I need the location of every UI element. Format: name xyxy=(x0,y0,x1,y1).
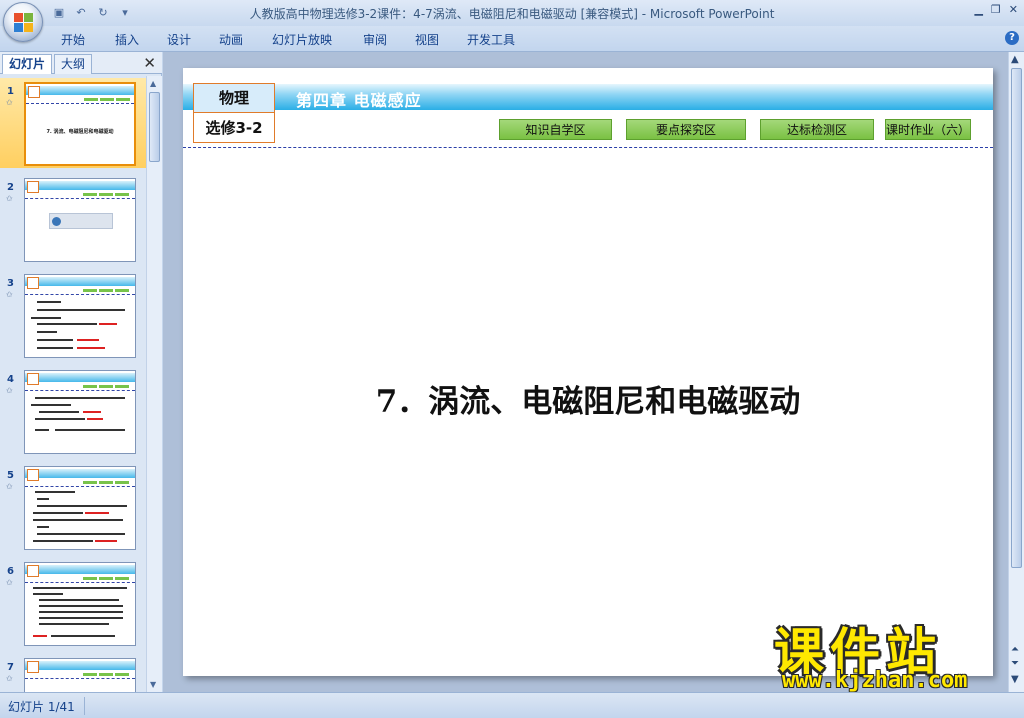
close-panel-icon[interactable]: ✕ xyxy=(143,54,156,72)
thumb-number: 5 xyxy=(7,470,14,481)
slide-main-title[interactable]: 7．涡流、电磁阻尼和电磁驱动 xyxy=(183,376,993,421)
redo-icon[interactable]: ↻ xyxy=(94,5,112,21)
scrollbar-thumb[interactable] xyxy=(1011,68,1022,568)
thumb-number: 4 xyxy=(7,374,14,385)
editor-scrollbar[interactable]: ▲ ⏶ ⏷ ▼ xyxy=(1008,52,1024,692)
slides-panel: 幻灯片 大纲 ✕ 1 ✩ 7. 涡流、电磁阻尼和电磁驱动 2 ✩ 3 ✩ 4 ✩… xyxy=(0,52,162,692)
animation-star-icon: ✩ xyxy=(6,194,13,203)
thumb-number: 2 xyxy=(7,182,14,193)
subject-label: 物理 xyxy=(194,84,274,113)
slide-thumbnail-1[interactable]: 1 ✩ 7. 涡流、电磁阻尼和电磁驱动 xyxy=(0,78,146,168)
thumb-number: 3 xyxy=(7,278,14,289)
tab-review[interactable]: 审阅 xyxy=(363,31,387,48)
nav-button-key-points[interactable]: 要点探究区 xyxy=(626,119,746,140)
slide-thumbnail-4[interactable]: 4 ✩ xyxy=(0,366,146,456)
close-icon[interactable]: ✕ xyxy=(1009,3,1018,16)
thumb-number: 7 xyxy=(7,662,14,673)
quick-access-toolbar: ▣ ↶ ↻ ▾ xyxy=(50,4,134,22)
animation-star-icon: ✩ xyxy=(6,386,13,395)
watermark-logo: 课件站 www.kjzhan.com xyxy=(770,612,1010,698)
header-divider xyxy=(183,147,993,148)
restore-icon[interactable]: ❐ xyxy=(991,3,1001,16)
slide-thumbnail-5[interactable]: 5 ✩ xyxy=(0,462,146,552)
office-button[interactable] xyxy=(3,2,43,42)
next-slide-icon[interactable]: ⏷ xyxy=(1011,658,1019,669)
thumbnail-list: 1 ✩ 7. 涡流、电磁阻尼和电磁驱动 2 ✩ 3 ✩ 4 ✩ 5 ✩ 6 ✩ … xyxy=(0,76,146,692)
current-slide[interactable]: 第四章 电磁感应 物理 选修3-2 知识自学区 要点探究区 达标检测区 课时作业… xyxy=(183,68,993,676)
thumb-number: 6 xyxy=(7,566,14,577)
thumbnail-image xyxy=(24,658,136,692)
animation-star-icon: ✩ xyxy=(6,578,13,587)
tab-slideshow[interactable]: 幻灯片放映 xyxy=(272,31,332,48)
thumb-number: 1 xyxy=(7,86,14,97)
ribbon-tab-bar: 开始 插入 设计 动画 幻灯片放映 审阅 视图 开发工具 ? xyxy=(0,26,1024,52)
minimize-icon[interactable]: ▁ xyxy=(974,3,982,16)
office-logo-icon xyxy=(14,13,34,33)
animation-star-icon: ✩ xyxy=(6,482,13,491)
watermark-url: www.kjzhan.com xyxy=(782,668,968,693)
thumbnail-scrollbar[interactable]: ▲ ▼ xyxy=(146,76,162,692)
scroll-down-icon[interactable]: ▼ xyxy=(150,680,156,689)
status-bar: 幻灯片 1/41 xyxy=(0,692,1024,718)
status-divider xyxy=(84,697,85,715)
tab-view[interactable]: 视图 xyxy=(415,31,439,48)
subject-box: 物理 选修3-2 xyxy=(193,83,275,143)
nav-button-knowledge[interactable]: 知识自学区 xyxy=(499,119,612,140)
thumbnail-image xyxy=(24,178,136,262)
window-title: 人教版高中物理选修3-2课件：4-7涡流、电磁阻尼和电磁驱动 [兼容模式] - … xyxy=(249,7,775,21)
nav-button-test[interactable]: 达标检测区 xyxy=(760,119,874,140)
tab-design[interactable]: 设计 xyxy=(167,31,191,48)
customize-toolbar-icon[interactable]: ▾ xyxy=(116,5,134,21)
help-icon[interactable]: ? xyxy=(1005,31,1019,45)
scrollbar-thumb[interactable] xyxy=(149,92,160,162)
thumbnail-image xyxy=(24,274,136,358)
thumbnail-image xyxy=(24,370,136,454)
nav-button-homework[interactable]: 课时作业（六） xyxy=(885,119,971,140)
course-label: 选修3-2 xyxy=(205,119,263,137)
tab-outline[interactable]: 大纲 xyxy=(54,54,93,74)
scroll-up-icon[interactable]: ▲ xyxy=(150,79,156,88)
animation-star-icon: ✩ xyxy=(6,98,13,107)
previous-slide-icon[interactable]: ⏶ xyxy=(1011,644,1019,655)
chapter-title: 第四章 电磁感应 xyxy=(296,91,422,110)
thumb-title: 7. 涡流、电磁阻尼和电磁驱动 xyxy=(46,129,114,135)
tab-home[interactable]: 开始 xyxy=(61,31,85,48)
thumbnail-image xyxy=(24,562,136,646)
tab-animations[interactable]: 动画 xyxy=(219,31,243,48)
tab-insert[interactable]: 插入 xyxy=(115,31,139,48)
slide-thumbnail-7[interactable]: 7 ✩ xyxy=(0,654,146,692)
save-icon[interactable]: ▣ xyxy=(50,5,68,21)
animation-star-icon: ✩ xyxy=(6,290,13,299)
tab-slides[interactable]: 幻灯片 xyxy=(2,54,53,74)
window-controls: ▁ ❐ ✕ xyxy=(974,3,1018,16)
tab-developer[interactable]: 开发工具 xyxy=(467,31,515,48)
slide-thumbnail-6[interactable]: 6 ✩ xyxy=(0,558,146,648)
slide-thumbnail-3[interactable]: 3 ✩ xyxy=(0,270,146,360)
thumbnail-image xyxy=(24,466,136,550)
title-bar: 人教版高中物理选修3-2课件：4-7涡流、电磁阻尼和电磁驱动 [兼容模式] - … xyxy=(0,0,1024,26)
panel-tab-bar: 幻灯片 大纲 ✕ xyxy=(0,52,162,74)
undo-icon[interactable]: ↶ xyxy=(72,5,90,21)
animation-star-icon: ✩ xyxy=(6,674,13,683)
slide-indicator: 幻灯片 1/41 xyxy=(8,700,75,714)
slide-editor: 第四章 电磁感应 物理 选修3-2 知识自学区 要点探究区 达标检测区 课时作业… xyxy=(163,52,1024,692)
scroll-up-icon[interactable]: ▲ xyxy=(1011,54,1019,65)
thumbnail-image: 7. 涡流、电磁阻尼和电磁驱动 xyxy=(24,82,136,166)
scroll-down-icon[interactable]: ▼ xyxy=(1011,674,1019,685)
slide-thumbnail-2[interactable]: 2 ✩ xyxy=(0,174,146,264)
